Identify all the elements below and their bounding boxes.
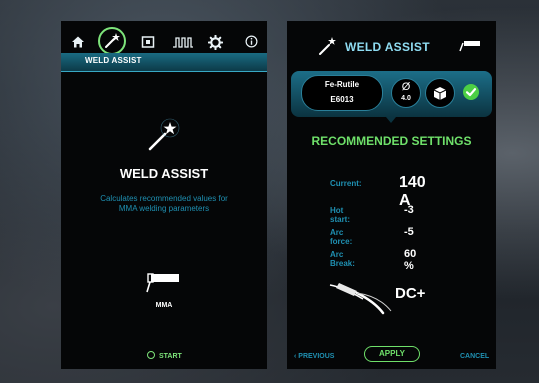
- diameter-icon: Ø: [401, 81, 411, 93]
- page-title: WELD ASSIST: [119, 166, 209, 181]
- setting-label: Current:: [330, 179, 362, 188]
- setting-value: 60 %: [404, 248, 417, 272]
- polarity-value: DC+: [395, 285, 426, 302]
- start-ring-icon: [147, 351, 155, 359]
- info-icon[interactable]: [242, 35, 260, 53]
- recommended-settings-panel: WELD ASSIST Fe-Rutile E6013 Ø 4.0 RECOMM…: [287, 21, 496, 369]
- electrode-holder-icon: [329, 283, 392, 315]
- mma-torch-icon[interactable]: [145, 272, 183, 294]
- electrode-selection-bar: Fe-Rutile E6013 Ø 4.0: [291, 71, 492, 117]
- workpiece-icon: [433, 87, 447, 100]
- setting-label: Arc Break:: [330, 250, 355, 268]
- settings-gear-icon[interactable]: [206, 34, 224, 53]
- start-label: START: [159, 353, 182, 360]
- start-button[interactable]: START: [147, 351, 182, 360]
- weld-assist-wand-icon: [148, 118, 180, 151]
- electrode-code: E6013: [330, 95, 354, 104]
- home-icon[interactable]: [69, 35, 87, 53]
- setting-label: Arc force:: [330, 228, 353, 246]
- setting-label: Hot start:: [330, 206, 351, 224]
- weld-assist-intro-panel: WELD ASSIST WELD ASSIST Calculates recom…: [61, 21, 267, 369]
- confirmed-check-icon: [463, 84, 479, 100]
- mma-torch-icon: [459, 41, 480, 52]
- panel-title: WELD ASSIST: [345, 40, 430, 54]
- pulse-wave-icon[interactable]: [171, 35, 195, 53]
- weld-assist-icon: [319, 37, 336, 55]
- mma-process-label: MMA: [155, 302, 173, 309]
- weld-assist-icon[interactable]: [98, 27, 126, 55]
- electrode-type: Fe-Rutile: [324, 80, 360, 89]
- previous-button[interactable]: ‹ PREVIOUS: [294, 353, 334, 360]
- panel-header: WELD ASSIST: [287, 21, 496, 71]
- active-tab-bar: WELD ASSIST: [61, 53, 267, 72]
- page-description: Calculates recommended values for MMA we…: [100, 194, 228, 213]
- tab-weld-assist: WELD ASSIST: [85, 56, 142, 65]
- setting-value: -3: [404, 204, 414, 216]
- cancel-button[interactable]: CANCEL: [460, 353, 489, 360]
- setting-value: -5: [404, 226, 414, 238]
- apply-button[interactable]: APPLY: [364, 346, 420, 362]
- workpiece-selector[interactable]: [425, 78, 455, 108]
- diameter-selector[interactable]: Ø 4.0: [391, 78, 421, 108]
- electrode-type-selector[interactable]: Fe-Rutile E6013: [301, 75, 383, 111]
- recommended-settings-title: RECOMMENDED SETTINGS: [311, 134, 472, 148]
- memory-icon[interactable]: [139, 35, 157, 53]
- diameter-value: 4.0: [401, 95, 411, 102]
- selection-pointer: [386, 117, 396, 123]
